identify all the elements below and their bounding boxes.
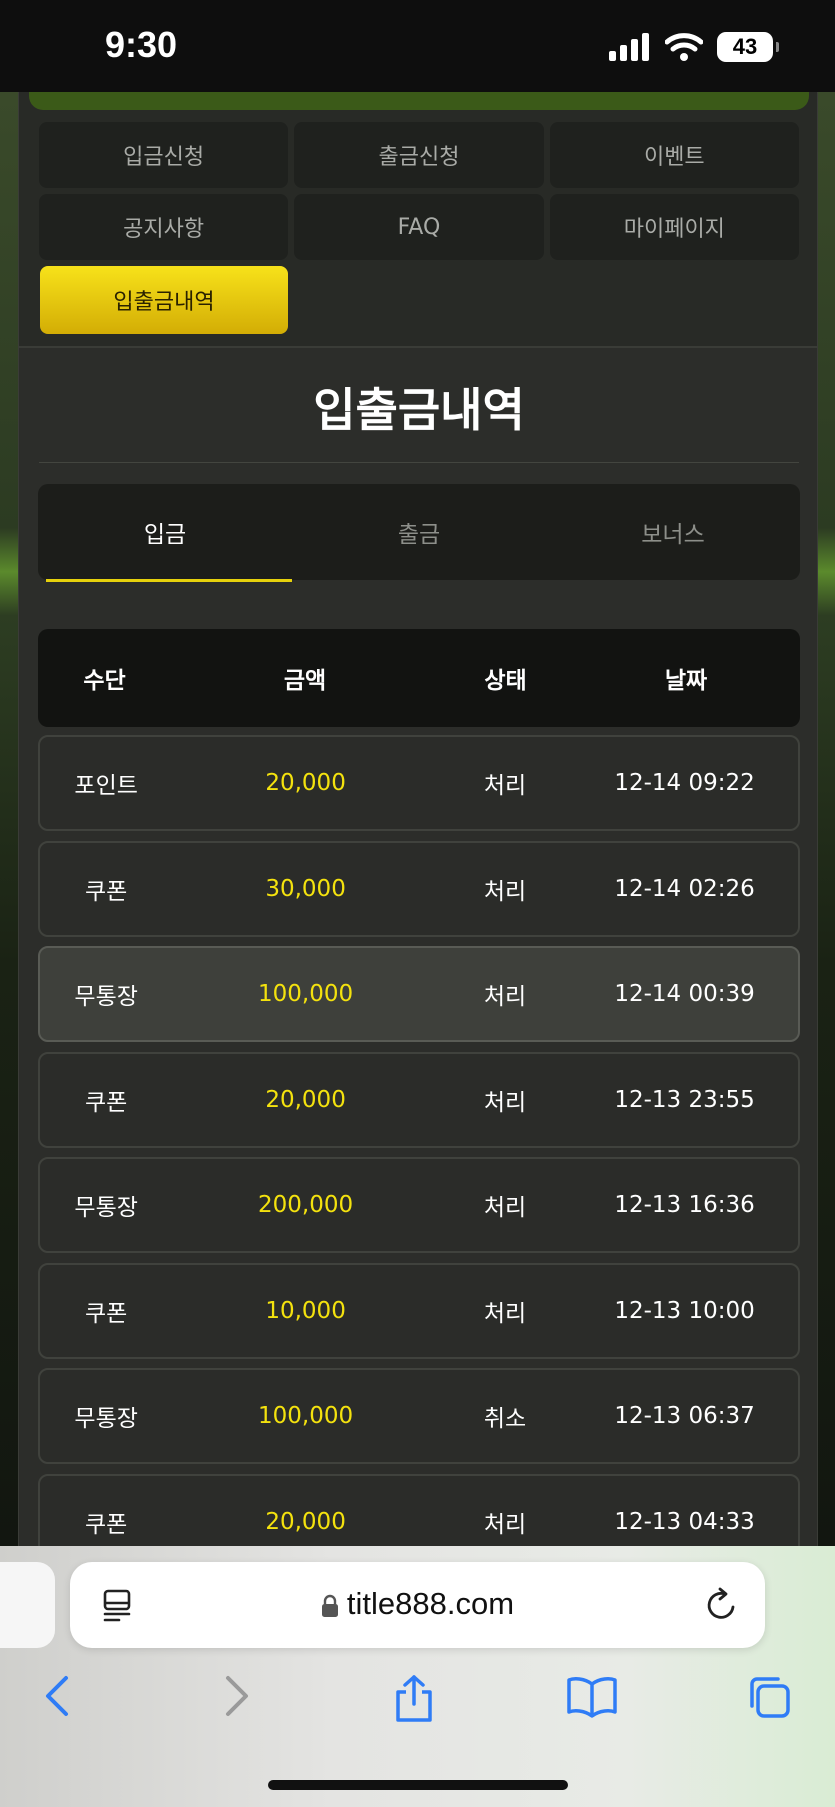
tab-deposit[interactable]: 입금 [38,484,292,582]
row-method: 쿠폰 [84,1089,128,1116]
row-date: 12-13 10:00 [614,1297,755,1324]
row-method: 쿠폰 [84,1300,128,1327]
menu-grid: 입금신청 출금신청 이벤트 공지사항 FAQ 마이페이지 [39,122,799,260]
row-status: 처리 [483,984,527,1010]
status-icons: 43 [609,32,779,62]
page-title: 입출금내역 [313,383,525,437]
row-date: 12-14 02:26 [614,875,755,902]
row-status: 처리 [483,878,527,905]
url-text: title888.com [346,1586,515,1621]
top-strip [29,92,809,110]
row-status: 처리 [483,1300,527,1327]
table-row[interactable]: 쿠폰 10,000 처리 12-13 10:00 [38,1262,800,1359]
row-date: 12-13 23:55 [614,1086,755,1113]
row-date: 12-14 00:39 [614,981,755,1007]
row-date: 12-14 09:22 [614,770,755,796]
menu-deposit-request[interactable]: 입금신청 [39,122,289,188]
back-icon[interactable] [42,1674,72,1718]
menu-notice[interactable]: 공지사항 [39,194,289,260]
menu-faq[interactable]: FAQ [294,194,544,260]
row-amount: 20,000 [265,1508,346,1535]
row-date: 12-13 06:37 [614,1403,755,1429]
row-method: 무통장 [74,1406,138,1432]
tabs-icon[interactable] [746,1674,792,1720]
row-status: 처리 [483,1511,527,1538]
menu-withdraw-request[interactable]: 출금신청 [294,122,544,188]
previous-tab-preview[interactable] [0,1562,55,1648]
row-amount: 200,000 [258,1192,354,1218]
table-row[interactable]: 포인트 20,000 처리 12-14 09:22 [38,735,800,831]
lock-icon [321,1594,338,1617]
title-divider [39,462,799,463]
table-row-highlighted[interactable]: 무통장 100,000 처리 12-14 00:39 [38,946,800,1042]
status-time: 9:30 [105,24,178,65]
bookmarks-icon[interactable] [566,1674,618,1718]
tab-withdraw[interactable]: 출금 [292,484,546,580]
row-status: 처리 [483,773,527,799]
row-date: 12-13 04:33 [614,1508,755,1535]
menu-event[interactable]: 이벤트 [549,122,799,188]
reload-icon[interactable] [705,1587,739,1623]
row-method: 포인트 [74,773,138,799]
row-method: 쿠폰 [84,878,128,905]
menu-mypage[interactable]: 마이페이지 [549,194,799,260]
share-icon[interactable] [392,1674,436,1724]
tab-bonus[interactable]: 보너스 [546,484,800,580]
background-left [0,90,20,1550]
battery-indicator: 43 [717,32,779,62]
table-row[interactable]: 무통장 200,000 처리 12-13 16:36 [38,1157,800,1253]
row-status: 취소 [483,1406,527,1432]
row-method: 무통장 [74,984,138,1010]
browser-nav [0,1674,835,1744]
table-row[interactable]: 쿠폰 20,000 처리 12-13 04:33 [38,1473,800,1547]
background-right [815,90,835,1550]
row-amount: 100,000 [258,981,354,1007]
table-row[interactable]: 쿠폰 20,000 처리 12-13 23:55 [38,1051,800,1148]
row-date: 12-13 16:36 [614,1192,755,1218]
row-amount: 100,000 [258,1403,354,1429]
history-section: 입출금내역 입금 출금 보너스 수단 금액 상태 날짜 포인트 20,000 처… [19,348,817,1547]
row-method: 무통장 [74,1195,138,1221]
table-row[interactable]: 쿠폰 30,000 처리 12-14 02:26 [38,840,800,937]
row-status: 처리 [483,1195,527,1221]
signal-icon [609,33,649,61]
row-status: 처리 [483,1089,527,1116]
wifi-icon [665,33,703,61]
history-tabs: 입금 출금 보너스 [38,484,800,582]
header-amount: 금액 [283,668,327,694]
row-method: 쿠폰 [84,1511,128,1538]
browser-toolbar: title888.com [0,1546,835,1807]
forward-icon[interactable] [222,1674,252,1718]
table-header: 수단 금액 상태 날짜 [38,629,800,727]
row-amount: 20,000 [265,770,346,796]
row-amount: 30,000 [265,875,346,902]
row-amount: 20,000 [265,1086,346,1113]
table-row[interactable]: 무통장 100,000 취소 12-13 06:37 [38,1368,800,1464]
menu-transaction-history[interactable]: 입출금내역 [40,266,288,334]
main-panel: 입금신청 출금신청 이벤트 공지사항 FAQ 마이페이지 입출금내역 입출금내역… [18,92,818,1547]
url-display[interactable]: title888.com [70,1586,765,1622]
status-bar: 9:30 43 [0,0,835,92]
home-indicator [268,1780,568,1790]
row-amount: 10,000 [265,1297,346,1324]
header-status: 상태 [484,668,527,694]
header-method: 수단 [83,668,126,694]
table-body: 포인트 20,000 처리 12-14 09:22 쿠폰 30,000 처리 1… [38,735,800,1547]
address-bar[interactable]: title888.com [70,1562,765,1648]
header-date: 날짜 [664,668,708,694]
